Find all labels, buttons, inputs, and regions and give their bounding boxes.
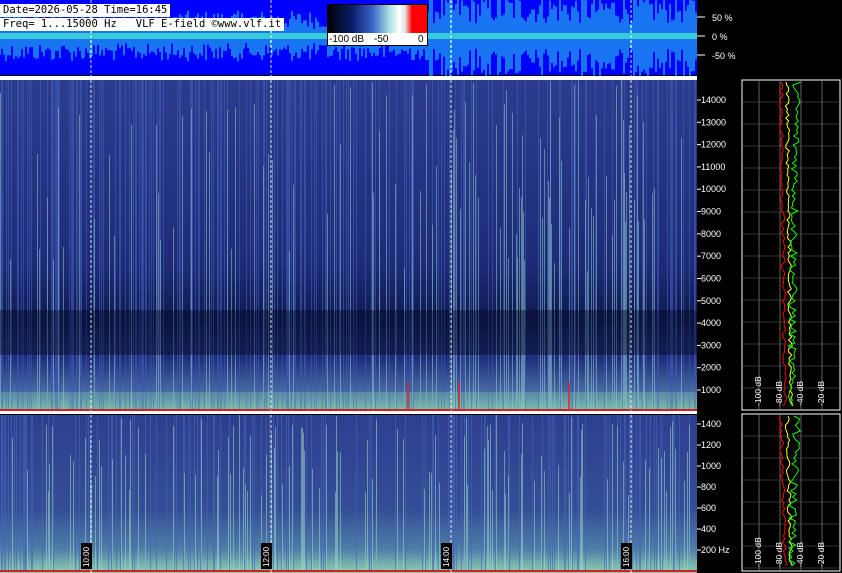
profile-db-label-0-2: -40 dB [795,381,805,406]
time-label-2: 14:00 [442,546,451,567]
time-label-0: 10:00 [82,546,91,567]
profile-db-label-1-0: -100 dB [753,537,763,567]
zoom-tick-label-1: 400 [701,524,716,534]
zoom-tick-label-6: 1400 [701,419,721,429]
zoom-tick-label-0: 200 Hz [701,545,730,555]
color-scale-label-max: 0 [418,34,424,45]
top-divider [0,76,740,80]
wide-tick-label-4: 5000 [701,296,721,306]
waveform-tick-label-1: 0 % [712,32,728,42]
wide-tick-label-12: 13000 [701,117,726,127]
spectrogram-zoom-area [0,415,697,573]
wide-tick-label-1: 2000 [701,363,721,373]
color-scale-label-min: -100 dB [329,34,365,45]
waveform-tick-label-2: -50 % [712,51,736,61]
spectrum-profile-panels: -100 dB -80 dB -40 dB -20 dB -100 dB -80 dB -4… [741,79,841,572]
wide-tick-label-10: 11000 [701,162,725,172]
zoom-tick-label-2: 600 [701,503,716,513]
time-label-1: 12:00 [262,546,271,567]
spectrogram-wide-low-band [0,392,697,410]
vlf-spectrogram-display: 10:00 12:00 14:00 16:00 50 % 0 % -50 % 1000 200… [0,0,842,573]
wide-tick-label-0: 1000 [701,385,721,395]
color-scale-bar [328,5,427,33]
profile-db-label-0-3: -20 dB [816,381,826,406]
zoom-tick-label-3: 800 [701,482,716,492]
date-time-label: Date=2026-05-28 Time=16:45 [0,4,171,17]
profile-db-label-0-1: -80 dB [774,381,784,406]
wide-tick-label-6: 7000 [701,251,721,261]
zoom-tick-label-4: 1000 [701,461,721,471]
spectrogram-wide-dark-band [0,310,697,355]
wide-tick-label-9: 10000 [701,184,726,194]
wide-tick-label-5: 6000 [701,273,721,283]
color-scale-legend: -100 dB -50 0 [327,4,428,46]
frequency-source-label: Freq= 1...15000 Hz VLF E-field ©www.vlf.… [0,18,285,31]
wide-tick-label-8: 9000 [701,207,721,217]
wide-tick-label-2: 3000 [701,340,721,350]
zoom-tick-label-5: 1200 [701,440,721,450]
wide-tick-label-11: 12000 [701,140,726,150]
wide-tick-label-3: 4000 [701,318,721,328]
time-label-3: 16:00 [622,546,631,567]
profile-db-label-1-2: -40 dB [795,542,805,567]
mid-divider [0,411,697,414]
profile-db-label-0-0: -100 dB [753,376,763,406]
wide-tick-label-7: 8000 [701,229,721,239]
color-scale-label-mid: -50 [374,34,389,45]
profile-db-label-1-3: -20 dB [816,542,826,567]
spectrogram-svg: 10:00 12:00 14:00 16:00 50 % 0 % -50 % 1000 200… [0,0,842,573]
profile-db-label-1-1: -80 dB [774,542,784,567]
wide-tick-label-13: 14000 [701,95,726,105]
waveform-tick-label-0: 50 % [712,13,733,23]
